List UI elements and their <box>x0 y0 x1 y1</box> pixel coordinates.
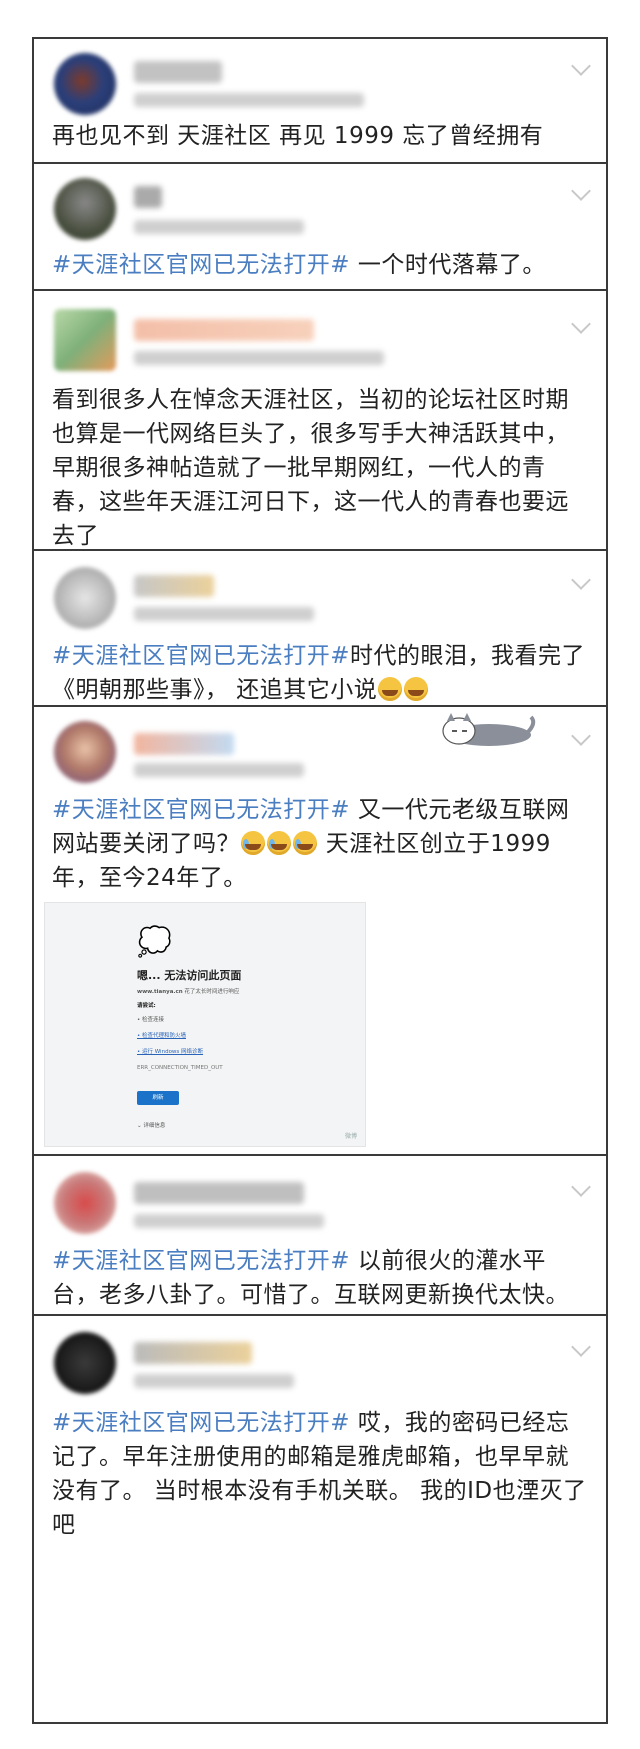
post-meta-blurred <box>134 351 384 365</box>
hashtag-link[interactable]: #天涯社区官网已无法打开# <box>52 797 350 823</box>
username-blurred[interactable] <box>134 186 162 208</box>
chevron-down-icon[interactable] <box>571 56 591 76</box>
chevron-down-icon[interactable] <box>571 1177 591 1197</box>
crying-emoji-icon <box>293 831 317 855</box>
username-blurred[interactable] <box>134 319 314 341</box>
suggestion-link[interactable]: • 运行 Windows 网络诊断 <box>137 1047 203 1055</box>
chevron-down-icon[interactable] <box>571 570 591 590</box>
avatar[interactable] <box>54 567 116 629</box>
chevron-down-icon[interactable] <box>571 181 591 201</box>
hashtag-link[interactable]: #天涯社区官网已无法打开# <box>52 252 350 278</box>
suggestion-item: • 检查连接 <box>137 1017 164 1023</box>
hashtag-link[interactable]: #天涯社区官网已无法打开# <box>52 643 350 669</box>
username-blurred[interactable] <box>134 733 234 755</box>
comment-card: #天涯社区官网已无法打开# 以前很火的灌水平台，老多八卦了。可惜了。互联网更新换… <box>34 1156 606 1316</box>
chevron-down-icon[interactable] <box>571 726 591 746</box>
laugh-cry-emoji-icon <box>378 677 403 701</box>
avatar[interactable] <box>54 721 116 783</box>
comment-card: #天涯社区官网已无法打开# 又一代元老级互联网网站要关闭了吗？ 天涯社区创立于1… <box>34 707 606 1156</box>
comment-card: #天涯社区官网已无法打开#时代的眼泪，我看完了《明朝那些事》， 还追其它小说 <box>34 551 606 707</box>
username-blurred[interactable] <box>134 1182 304 1204</box>
avatar[interactable] <box>54 53 116 115</box>
comment-text: 再也见不到 天涯社区 再见 1999 忘了曾经拥有 <box>52 123 544 149</box>
post-meta-blurred <box>134 1374 294 1388</box>
refresh-button[interactable]: 刷新 <box>137 1091 179 1105</box>
error-page-screenshot[interactable]: 💭 嗯... 无法访问此页面 www.tianya.cn 花了太长时间进行响应 … <box>44 902 366 1147</box>
post-meta-blurred <box>134 1214 324 1228</box>
hashtag-link[interactable]: #天涯社区官网已无法打开# <box>52 1248 350 1274</box>
try-label: 请尝试: <box>137 1003 156 1009</box>
error-title: 嗯... 无法访问此页面 <box>137 969 242 982</box>
comment-text: #天涯社区官网已无法打开# 一个时代落幕了。 <box>52 252 546 278</box>
comment-text: #天涯社区官网已无法打开# 又一代元老级互联网网站要关闭了吗？ 天涯社区创立于1… <box>52 797 570 891</box>
post-meta-blurred <box>134 220 304 234</box>
weibo-comment-collage: 再也见不到 天涯社区 再见 1999 忘了曾经拥有 #天涯社区官网已无法打开# … <box>32 37 608 1724</box>
username-blurred[interactable] <box>134 61 222 83</box>
post-meta-blurred <box>134 763 304 777</box>
laugh-cry-emoji-icon <box>404 677 429 701</box>
username-blurred[interactable] <box>134 575 214 597</box>
crying-emoji-icon <box>241 831 265 855</box>
avatar[interactable] <box>54 1172 116 1234</box>
avatar[interactable] <box>54 309 116 371</box>
thought-cloud-icon: 💭 <box>137 925 172 958</box>
comment-text: #天涯社区官网已无法打开# 以前很火的灌水平台，老多八卦了。可惜了。互联网更新换… <box>52 1248 569 1308</box>
username-blurred[interactable] <box>134 1342 252 1364</box>
comment-card: #天涯社区官网已无法打开# 一个时代落幕了。 <box>34 164 606 291</box>
comment-text: 看到很多人在悼念天涯社区，当初的论坛社区时期也算是一代网络巨头了，很多写手大神活… <box>52 387 569 549</box>
chevron-down-icon[interactable] <box>571 1337 591 1357</box>
comment-text: #天涯社区官网已无法打开# 哎，我的密码已经忘记了。早年注册使用的邮箱是雅虎邮箱… <box>52 1410 587 1538</box>
hashtag-link[interactable]: #天涯社区官网已无法打开# <box>52 1410 350 1436</box>
avatar[interactable] <box>54 178 116 240</box>
chevron-down-icon[interactable] <box>571 314 591 334</box>
details-toggle[interactable]: ⌄ 详细信息 <box>137 1121 165 1129</box>
comment-card: 再也见不到 天涯社区 再见 1999 忘了曾经拥有 <box>34 39 606 164</box>
lying-cat-sticker-icon <box>442 713 536 746</box>
post-meta-blurred <box>134 93 364 107</box>
comment-text: #天涯社区官网已无法打开#时代的眼泪，我看完了《明朝那些事》， 还追其它小说 <box>52 643 586 703</box>
watermark: 微博 <box>344 1133 357 1140</box>
comment-card: #天涯社区官网已无法打开# 哎，我的密码已经忘记了。早年注册使用的邮箱是雅虎邮箱… <box>34 1316 606 1724</box>
error-description: www.tianya.cn 花了太长时间进行响应 <box>137 989 240 995</box>
avatar[interactable] <box>54 1332 116 1394</box>
comment-card: 看到很多人在悼念天涯社区，当初的论坛社区时期也算是一代网络巨头了，很多写手大神活… <box>34 291 606 551</box>
error-code: ERR_CONNECTION_TIMED_OUT <box>137 1065 223 1071</box>
suggestion-link[interactable]: • 检查代理和防火墙 <box>137 1031 186 1039</box>
crying-emoji-icon <box>267 831 291 855</box>
post-meta-blurred <box>134 607 314 621</box>
